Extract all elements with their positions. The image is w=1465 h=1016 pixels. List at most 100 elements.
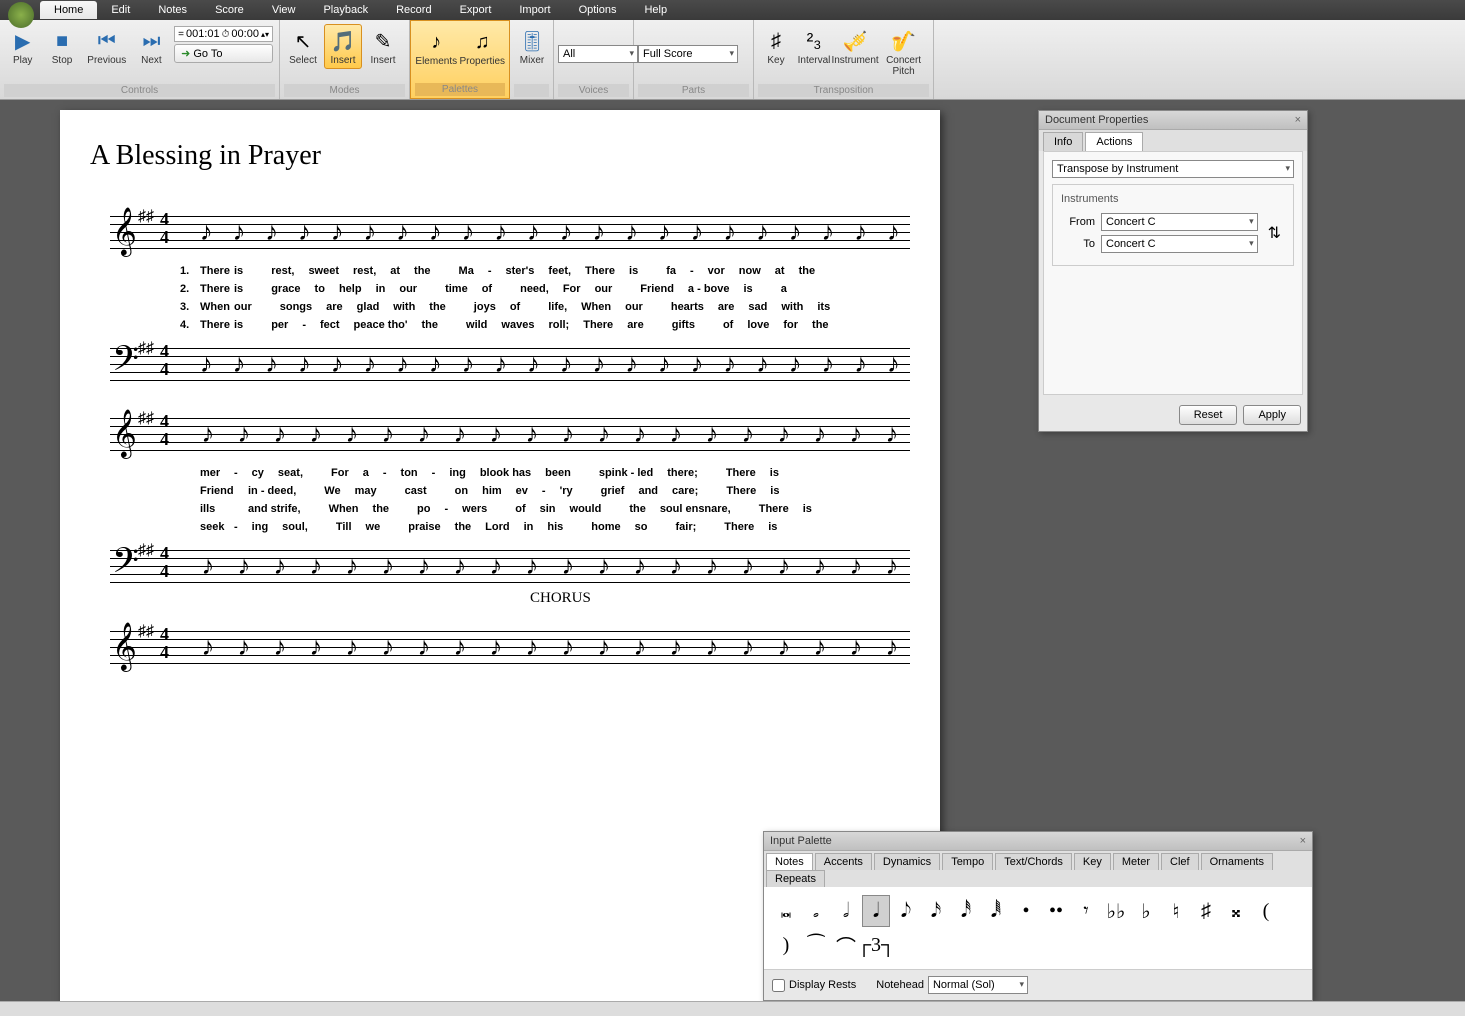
lyric-syllable[interactable]: is	[744, 280, 753, 298]
lyric-syllable[interactable]: -	[542, 482, 546, 500]
note-button-0[interactable]: 𝅜	[772, 895, 800, 927]
from-dropdown[interactable]: Concert C	[1101, 213, 1258, 231]
lyric-syllable[interactable]: life,	[548, 298, 567, 316]
lyric-syllable[interactable]: hearts	[671, 298, 704, 316]
transpose-key-button[interactable]: ♯Key	[758, 24, 794, 69]
lyric-syllable[interactable]: Friend	[200, 482, 220, 500]
lyric-syllable[interactable]: the	[799, 262, 816, 280]
to-dropdown[interactable]: Concert C	[1101, 235, 1258, 253]
lyric-syllable[interactable]: at	[775, 262, 785, 280]
notehead-dropdown[interactable]: Normal (Sol)	[928, 976, 1028, 994]
lyric-syllable[interactable]: There	[200, 280, 220, 298]
insert2-mode-button[interactable]: ✎Insert	[364, 24, 402, 69]
lyric-syllable[interactable]: now	[739, 262, 761, 280]
lyric-syllable[interactable]: When	[581, 298, 611, 316]
lyric-syllable[interactable]: fa	[666, 262, 676, 280]
note-button-7[interactable]: 𝅘𝅥𝅱	[982, 895, 1010, 927]
voices-dropdown[interactable]: All	[558, 45, 638, 63]
lyric-syllable[interactable]: is	[803, 500, 812, 518]
note-button-15[interactable]: 𝄪	[1222, 895, 1250, 927]
lyric-syllable[interactable]: the	[429, 298, 446, 316]
lyric-syllable[interactable]: its	[817, 298, 830, 316]
lyric-syllable[interactable]: There	[726, 482, 756, 500]
apply-button[interactable]: Apply	[1243, 405, 1301, 425]
menu-help[interactable]: Help	[630, 1, 681, 19]
menu-record[interactable]: Record	[382, 1, 445, 19]
lyric-syllable[interactable]: our	[399, 280, 417, 298]
ip-tab-dynamics[interactable]: Dynamics	[874, 853, 940, 870]
lyric-syllable[interactable]: grace	[271, 280, 300, 298]
lyric-syllable[interactable]: need,	[520, 280, 549, 298]
lyric-syllable[interactable]: the	[629, 500, 646, 518]
ip-tab-repeats[interactable]: Repeats	[766, 870, 825, 887]
concert-pitch-button[interactable]: 🎷Concert Pitch	[878, 24, 929, 80]
goto-button[interactable]: ➜Go To	[174, 44, 273, 63]
lyric-syllable[interactable]: -	[444, 500, 448, 518]
lyric-syllable[interactable]: roll;	[548, 316, 569, 334]
lyric-syllable[interactable]: our	[595, 280, 613, 298]
close-icon[interactable]: ×	[1295, 114, 1301, 126]
lyric-syllable[interactable]: ton	[401, 464, 418, 482]
lyric-syllable[interactable]: and strife,	[248, 500, 301, 518]
next-button[interactable]: ⏭Next	[133, 24, 170, 69]
lyric-syllable[interactable]: is	[234, 316, 243, 334]
ip-tab-meter[interactable]: Meter	[1113, 853, 1159, 870]
select-mode-button[interactable]: ↖Select	[284, 24, 322, 69]
lyric-syllable[interactable]: songs	[280, 298, 312, 316]
lyric-syllable[interactable]: cy	[252, 464, 264, 482]
menu-options[interactable]: Options	[565, 1, 631, 19]
lyric-syllable[interactable]: There	[200, 316, 220, 334]
menu-playback[interactable]: Playback	[309, 1, 382, 19]
lyric-syllable[interactable]: seek	[200, 518, 220, 536]
lyric-syllable[interactable]: rest,	[353, 262, 376, 280]
lyric-syllable[interactable]: seat,	[278, 464, 303, 482]
lyric-syllable[interactable]: are	[718, 298, 735, 316]
lyric-syllable[interactable]: -	[234, 518, 238, 536]
note-button-13[interactable]: ♮	[1162, 895, 1190, 927]
note-button-12[interactable]: ♭	[1132, 895, 1160, 927]
lyric-syllable[interactable]: been	[545, 464, 571, 482]
note-button-20[interactable]: ┌3┐	[862, 929, 890, 961]
note-button-16[interactable]: (	[1252, 895, 1280, 927]
ip-tab-ornaments[interactable]: Ornaments	[1201, 853, 1273, 870]
menu-export[interactable]: Export	[446, 1, 506, 19]
lyric-syllable[interactable]: the	[373, 500, 390, 518]
lyric-syllable[interactable]: the	[812, 316, 829, 334]
lyric-syllable[interactable]: per	[271, 316, 288, 334]
menu-notes[interactable]: Notes	[144, 1, 201, 19]
lyric-syllable[interactable]: wild	[466, 316, 487, 334]
note-button-18[interactable]: ⁀	[802, 929, 830, 961]
lyric-syllable[interactable]: for	[783, 316, 798, 334]
lyric-syllable[interactable]: our	[625, 298, 643, 316]
note-button-6[interactable]: 𝅘𝅥𝅰	[952, 895, 980, 927]
previous-button[interactable]: ⏮Previous	[83, 24, 131, 69]
ip-tab-tempo[interactable]: Tempo	[942, 853, 993, 870]
lyric-syllable[interactable]: joys	[474, 298, 496, 316]
lyric-syllable[interactable]: sin	[540, 500, 556, 518]
time-field[interactable]: =001:01 ⏱00:00 ▴▾	[174, 26, 273, 42]
lyric-syllable[interactable]: is	[770, 482, 779, 500]
note-button-3[interactable]: 𝅘𝅥	[862, 895, 890, 927]
transpose-instrument-button[interactable]: 🎺Instrument	[834, 24, 876, 69]
lyric-syllable[interactable]: feet,	[548, 262, 571, 280]
lyric-syllable[interactable]: vor	[708, 262, 725, 280]
lyric-syllable[interactable]: gifts	[672, 316, 695, 334]
lyric-syllable[interactable]: is	[234, 262, 243, 280]
lyric-syllable[interactable]: in	[376, 280, 386, 298]
ip-tab-notes[interactable]: Notes	[766, 853, 813, 870]
lyric-syllable[interactable]: the	[414, 262, 431, 280]
lyric-syllable[interactable]: praise	[408, 518, 440, 536]
lyric-syllable[interactable]: sweet	[308, 262, 339, 280]
insert-mode-button[interactable]: 🎵Insert	[324, 24, 362, 69]
swap-icon[interactable]: ⇅	[1264, 223, 1285, 243]
lyric-syllable[interactable]: is	[768, 518, 777, 536]
lyric-syllable[interactable]: our	[234, 298, 252, 316]
lyric-syllable[interactable]: to	[315, 280, 325, 298]
menu-home[interactable]: Home	[40, 1, 97, 19]
properties-palette-button[interactable]: ♫Properties	[459, 25, 505, 70]
lyric-syllable[interactable]: soul ensnare,	[660, 500, 731, 518]
menu-edit[interactable]: Edit	[97, 1, 144, 19]
lyric-syllable[interactable]: are	[627, 316, 644, 334]
close-icon[interactable]: ×	[1300, 835, 1306, 847]
lyric-syllable[interactable]: home	[591, 518, 620, 536]
